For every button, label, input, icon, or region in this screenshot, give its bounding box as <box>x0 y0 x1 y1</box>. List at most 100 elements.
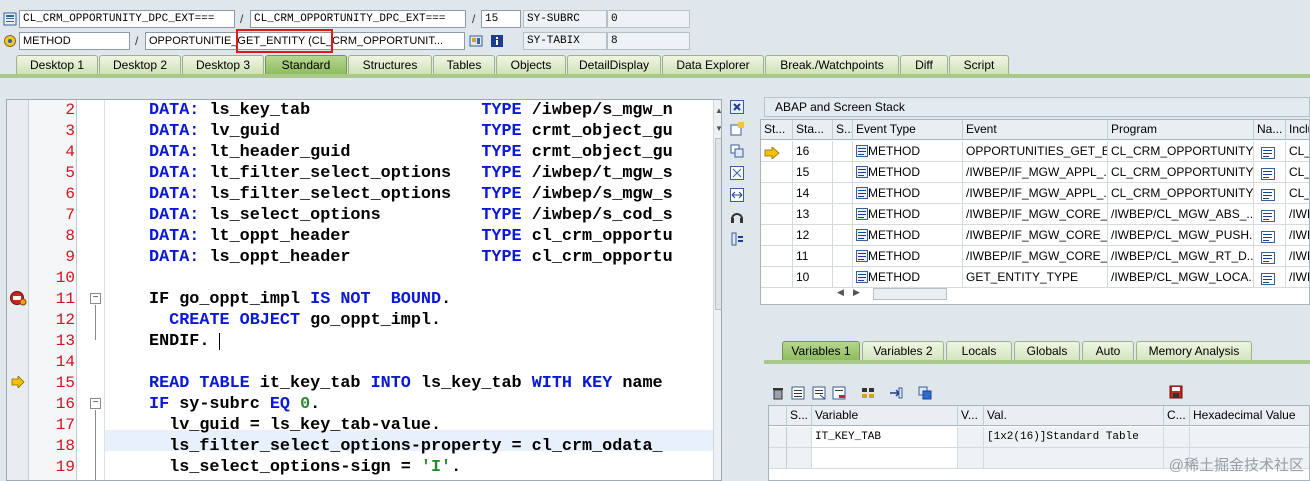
variable-value-cell[interactable]: [1x2(16)]Standard Table <box>984 427 1164 448</box>
code-line[interactable]: 2 DATA: ls_key_tab TYPE /iwbep/s_mgw_n <box>7 100 707 121</box>
swap-tool-icon[interactable] <box>730 144 744 158</box>
code-line[interactable]: 8 DATA: lt_oppt_header TYPE cl_crm_opport… <box>7 226 707 247</box>
stack-s-cell[interactable] <box>833 162 853 183</box>
code-line[interactable]: 3 DATA: lv_guid TYPE crmt_object_gu <box>7 121 707 142</box>
stack-event-type-cell[interactable]: METHOD <box>853 204 963 225</box>
breakpoint-icon[interactable] <box>9 290 27 306</box>
stack-col-header[interactable]: S... <box>833 120 853 140</box>
stack-event-cell[interactable]: /IWBEP/IF_MGW_APPL_... <box>963 162 1108 183</box>
maximize-tool-icon[interactable] <box>730 166 744 180</box>
stack-include-cell[interactable]: /IWB <box>1286 225 1309 246</box>
stack-event-cell[interactable]: /IWBEP/IF_MGW_CORE_... <box>963 246 1108 267</box>
stack-col-header[interactable]: Inclu <box>1286 120 1309 140</box>
row-selector[interactable] <box>769 448 787 469</box>
code-line[interactable]: 9 DATA: ls_oppt_header TYPE cl_crm_opport… <box>7 247 707 268</box>
navigate-icon[interactable] <box>1261 208 1275 224</box>
variables-col-header[interactable]: Variable <box>812 406 958 426</box>
scroll-right-icon[interactable]: ▶ <box>853 287 860 298</box>
stack-program-cell[interactable]: CL_CRM_OPPORTUNITY... <box>1108 183 1254 204</box>
stack-include-cell[interactable]: /IWB <box>1286 267 1309 288</box>
stack-marker-cell[interactable] <box>761 162 793 183</box>
tab-detaildisplay[interactable]: DetailDisplay <box>567 55 661 75</box>
variable-name-cell[interactable]: IT_KEY_TAB <box>812 427 958 448</box>
tab-locals[interactable]: Locals <box>946 341 1012 361</box>
code-line[interactable]: 19 ls_select_options-sign = 'I'. <box>7 457 707 478</box>
scroll-thumb[interactable] <box>873 288 947 300</box>
code-line[interactable]: 7 DATA: ls_select_options TYPE /iwbep/s_c… <box>7 205 707 226</box>
stack-include-cell[interactable]: CL_C <box>1286 141 1309 162</box>
code-line[interactable]: 10 <box>7 268 707 289</box>
resize-tool-icon[interactable] <box>730 188 744 202</box>
navigate-icon[interactable] <box>1261 187 1275 203</box>
editor-vertical-scrollbar[interactable]: ▲ ▼ <box>713 100 721 480</box>
stack-program-cell[interactable]: CL_CRM_OPPORTUNITY... <box>1108 141 1254 162</box>
stack-program-cell[interactable]: /IWBEP/CL_MGW_RT_D... <box>1108 246 1254 267</box>
source-code-editor[interactable]: 2 DATA: ls_key_tab TYPE /iwbep/s_mgw_n 3 DA… <box>6 99 722 481</box>
fold-toggle-icon[interactable]: − <box>90 398 101 409</box>
tab-standard[interactable]: Standard <box>265 55 347 75</box>
stack-include-cell[interactable]: /IWB <box>1286 204 1309 225</box>
scroll-up-icon[interactable]: ▲ <box>715 106 721 115</box>
tab-script[interactable]: Script <box>949 55 1009 75</box>
copy-icon[interactable] <box>918 386 932 400</box>
code-line[interactable]: 6 DATA: ls_filter_select_options TYPE /iw… <box>7 184 707 205</box>
tab-breakpoints[interactable]: Break./Watchpoints <box>765 55 899 75</box>
code-line[interactable]: 17 lv_guid = ls_key_tab-value. <box>7 415 707 436</box>
stack-marker-cell[interactable] <box>761 225 793 246</box>
stack-nav-cell[interactable] <box>1254 204 1286 225</box>
stack-s-cell[interactable] <box>833 204 853 225</box>
stack-event-type-cell[interactable]: METHOD <box>853 267 963 288</box>
code-line[interactable]: 15 READ TABLE it_key_tab INTO ls_key_tab … <box>7 373 707 394</box>
stack-level-cell[interactable]: 12 <box>793 225 833 246</box>
code-line[interactable]: 14 <box>7 352 707 373</box>
scroll-left-icon[interactable]: ◀ <box>837 287 844 298</box>
stack-include-cell[interactable]: /IWB <box>1286 246 1309 267</box>
stack-nav-cell[interactable] <box>1254 141 1286 162</box>
stack-include-cell[interactable]: CL_C <box>1286 183 1309 204</box>
tab-objects[interactable]: Objects <box>496 55 566 75</box>
stack-event-cell[interactable]: /IWBEP/IF_MGW_CORE_... <box>963 204 1108 225</box>
stack-marker-cell[interactable] <box>761 204 793 225</box>
tab-desktop-3[interactable]: Desktop 3 <box>182 55 264 75</box>
remove-list-icon[interactable] <box>832 386 846 400</box>
stack-col-header[interactable]: Program <box>1108 120 1254 140</box>
sysvar-label-2[interactable]: SY-TABIX <box>523 32 607 50</box>
stack-program-cell[interactable]: /IWBEP/CL_MGW_PUSH... <box>1108 225 1254 246</box>
stack-marker-cell[interactable] <box>761 141 793 162</box>
stack-level-cell[interactable]: 16 <box>793 141 833 162</box>
stack-event-cell[interactable]: /IWBEP/IF_MGW_APPL_... <box>963 183 1108 204</box>
stack-s-cell[interactable] <box>833 141 853 162</box>
scroll-down-icon[interactable]: ▼ <box>715 124 721 133</box>
variables-col-header[interactable]: Val. <box>984 406 1164 426</box>
stack-marker-cell[interactable] <box>761 246 793 267</box>
code-line[interactable]: 18 ls_filter_select_options-property = c… <box>7 436 707 457</box>
services-tool-icon[interactable] <box>730 210 744 224</box>
transfer-icon[interactable] <box>889 386 903 400</box>
sysvar-label-1[interactable]: SY-SUBRC <box>523 10 607 28</box>
close-tool-icon[interactable] <box>730 100 744 114</box>
tab-memory-analysis[interactable]: Memory Analysis <box>1136 341 1252 361</box>
stack-col-header[interactable]: St... <box>761 120 793 140</box>
stack-include-cell[interactable]: CL_C <box>1286 162 1309 183</box>
navigate-icon[interactable] <box>1261 166 1275 182</box>
stack-event-type-cell[interactable]: METHOD <box>853 141 963 162</box>
stack-nav-cell[interactable] <box>1254 267 1286 288</box>
stack-marker-cell[interactable] <box>761 183 793 204</box>
stack-nav-cell[interactable] <box>1254 183 1286 204</box>
tab-desktop-2[interactable]: Desktop 2 <box>99 55 181 75</box>
navigate-icon[interactable] <box>1261 229 1275 245</box>
stack-event-type-cell[interactable]: METHOD <box>853 162 963 183</box>
variables-col-header[interactable]: C... <box>1164 406 1190 426</box>
info-icon[interactable] <box>490 34 504 48</box>
stack-s-cell[interactable] <box>833 267 853 288</box>
settings-tool-icon[interactable] <box>730 232 744 246</box>
new-tool-icon[interactable] <box>730 122 744 136</box>
stack-horizontal-scrollbar[interactable]: ◀ ▶ <box>833 287 1009 301</box>
variables-col-header[interactable]: S... <box>787 406 812 426</box>
tab-variables-1[interactable]: Variables 1 <box>782 341 860 361</box>
tab-tables[interactable]: Tables <box>433 55 495 75</box>
stack-nav-cell[interactable] <box>1254 225 1286 246</box>
add-variable-icon[interactable] <box>791 386 805 400</box>
stack-level-cell[interactable]: 10 <box>793 267 833 288</box>
stack-s-cell[interactable] <box>833 225 853 246</box>
